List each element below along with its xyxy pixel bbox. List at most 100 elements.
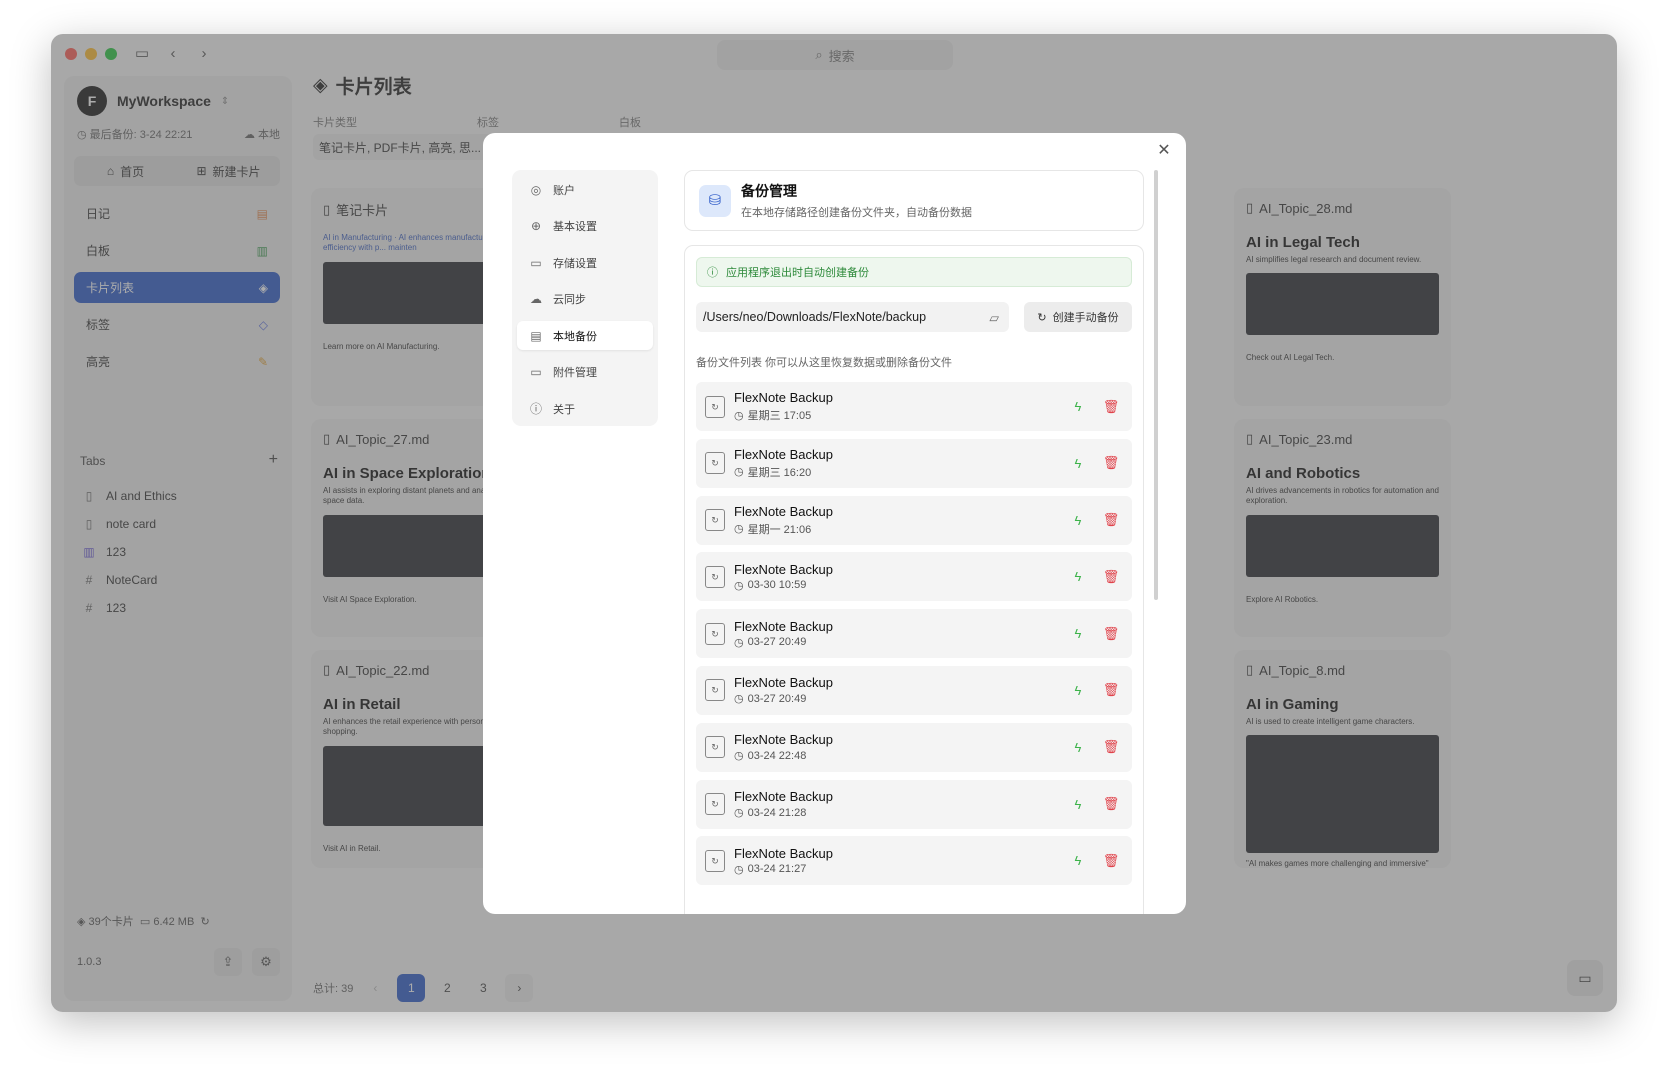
backup-item[interactable]: ↻ FlexNote Backup ◷ 星期一 21:06 ϟ 🗑︎ xyxy=(696,495,1132,545)
backup-item[interactable]: ↻ FlexNote Backup ◷ 星期三 17:05 ϟ 🗑︎ xyxy=(696,382,1132,431)
close-icon[interactable]: ✕ xyxy=(1154,141,1174,161)
notice-text: 应用程序退出时自动创建备份 xyxy=(726,267,869,279)
manual-backup-button[interactable]: ↻ 创建手动备份 xyxy=(1024,302,1132,332)
archive-icon: ▤ xyxy=(530,328,542,343)
backup-time: 03-24 21:27 xyxy=(747,863,807,876)
trash-icon[interactable]: 🗑︎ xyxy=(1101,512,1121,528)
file-icon: ↻ xyxy=(705,736,725,759)
backup-path-field[interactable]: /Users/neo/Downloads/FlexNote/backup ▱ xyxy=(696,302,1009,332)
backup-name: FlexNote Backup xyxy=(734,732,833,748)
settings-nav-account[interactable]: ◎ 账户 xyxy=(517,175,653,204)
clock-icon: ◷ xyxy=(734,636,744,649)
clock-icon: ◷ xyxy=(734,579,744,592)
settings-nav-storage[interactable]: ▭ 存储设置 xyxy=(517,248,653,277)
clock-icon: ◷ xyxy=(734,523,744,536)
settings-nav-attachments[interactable]: ▭ 附件管理 xyxy=(517,358,653,387)
backup-time: 星期三 16:20 xyxy=(747,466,812,479)
backup-name: FlexNote Backup xyxy=(734,446,833,462)
file-icon: ↻ xyxy=(705,395,725,418)
globe-icon: ⊕ xyxy=(530,219,542,233)
backup-path-text: /Users/neo/Downloads/FlexNote/backup xyxy=(703,310,927,324)
folder-open-icon[interactable]: ▱ xyxy=(989,310,999,325)
trash-icon[interactable]: 🗑︎ xyxy=(1101,569,1121,585)
backup-name: FlexNote Backup xyxy=(734,618,833,634)
info-icon: ⓘ xyxy=(529,402,542,416)
backup-name: FlexNote Backup xyxy=(734,789,833,805)
clock-icon: ◷ xyxy=(734,863,744,876)
backup-time: 03-27 20:49 xyxy=(747,692,807,705)
backup-item[interactable]: ↻ FlexNote Backup ◷ 03-24 21:27 ϟ 🗑︎ xyxy=(696,836,1132,886)
restore-icon[interactable]: ϟ xyxy=(1068,399,1088,414)
clock-icon: ◷ xyxy=(734,409,744,422)
auto-backup-notice: ⓘ 应用程序退出时自动创建备份 xyxy=(696,257,1132,287)
clock-icon: ◷ xyxy=(734,466,744,479)
settings-nav-general[interactable]: ⊕ 基本设置 xyxy=(517,212,653,241)
folder-icon: ▭ xyxy=(530,365,542,379)
backup-name: FlexNote Backup xyxy=(734,503,833,519)
folder-icon: ▭ xyxy=(530,255,542,270)
backup-item[interactable]: ↻ FlexNote Backup ◷ 03-30 10:59 ϟ 🗑︎ xyxy=(696,552,1132,602)
backup-name: FlexNote Backup xyxy=(734,390,833,405)
file-icon: ↻ xyxy=(705,679,725,702)
settings-modal: ✕ ◎ 账户 ⊕ 基本设置 ▭ 存储设置 ☁ 云同步 ▤ 本地备份 ▭ 附件管理 ⓘ 关于 ⛁… xyxy=(483,133,1186,914)
clock-icon: ◷ xyxy=(734,693,744,706)
clock-icon: ◷ xyxy=(734,807,744,820)
backup-item[interactable]: ↻ FlexNote Backup ◷ 星期三 16:20 ϟ 🗑︎ xyxy=(696,438,1132,488)
clock-icon: ◷ xyxy=(734,750,744,763)
trash-icon[interactable]: 🗑︎ xyxy=(1101,796,1121,812)
settings-nav-label: 云同步 xyxy=(553,294,586,306)
backup-time: 星期三 17:05 xyxy=(747,410,812,422)
settings-nav-local-backup[interactable]: ▤ 本地备份 xyxy=(517,321,653,350)
backup-panel: ⓘ 应用程序退出时自动创建备份 /Users/neo/Downloads/Fle… xyxy=(684,245,1144,914)
backup-time: 星期一 21:06 xyxy=(747,523,812,536)
backup-name: FlexNote Backup xyxy=(734,675,833,691)
settings-nav-about[interactable]: ⓘ 关于 xyxy=(517,394,653,423)
restore-icon[interactable]: ϟ xyxy=(1068,683,1088,698)
settings-nav-label: 关于 xyxy=(553,403,575,416)
backup-list: ↻ FlexNote Backup ◷ 星期三 17:05 ϟ 🗑︎ ↻ FlexNote B… xyxy=(696,382,1132,893)
backup-item[interactable]: ↻ FlexNote Backup ◷ 03-27 20:49 ϟ 🗑︎ xyxy=(696,609,1132,659)
restore-icon[interactable]: ϟ xyxy=(1068,797,1088,812)
section-title: 备份管理 xyxy=(741,183,797,199)
file-icon: ↻ xyxy=(705,849,725,872)
restore-icon[interactable]: ϟ xyxy=(1068,626,1088,641)
trash-icon[interactable]: 🗑︎ xyxy=(1101,682,1121,698)
restore-icon[interactable]: ϟ xyxy=(1068,513,1088,528)
backup-time: 03-30 10:59 xyxy=(747,579,807,592)
file-icon: ↻ xyxy=(705,509,725,532)
restore-icon[interactable]: ϟ xyxy=(1068,853,1088,868)
trash-icon[interactable]: 🗑︎ xyxy=(1101,455,1121,471)
backup-time: 03-24 21:28 xyxy=(747,806,807,819)
trash-icon[interactable]: 🗑︎ xyxy=(1101,626,1121,642)
backup-item[interactable]: ↻ FlexNote Backup ◷ 03-24 21:28 ϟ 🗑︎ xyxy=(696,779,1132,829)
backup-header: ⛁ 备份管理 在本地存储路径创建备份文件夹，自动备份数据 xyxy=(684,170,1144,231)
settings-nav-label: 账户 xyxy=(553,184,575,197)
info-icon: ⓘ xyxy=(707,267,718,279)
settings-nav: ◎ 账户 ⊕ 基本设置 ▭ 存储设置 ☁ 云同步 ▤ 本地备份 ▭ 附件管理 ⓘ 关于 xyxy=(512,170,658,426)
backup-item[interactable]: ↻ FlexNote Backup ◷ 03-24 22:48 ϟ 🗑︎ xyxy=(696,722,1132,772)
refresh-icon: ↻ xyxy=(1037,311,1047,324)
backup-name: FlexNote Backup xyxy=(734,845,833,861)
backup-list-hint: 备份文件列表 你可以从这里恢复数据或删除备份文件 xyxy=(696,357,953,369)
section-description: 在本地存储路径创建备份文件夹，自动备份数据 xyxy=(741,207,972,219)
settings-nav-label: 基本设置 xyxy=(553,221,597,233)
trash-icon[interactable]: 🗑︎ xyxy=(1101,853,1121,869)
trash-icon[interactable]: 🗑︎ xyxy=(1101,739,1121,755)
cloud-icon: ☁ xyxy=(530,292,542,306)
backup-path-row: /Users/neo/Downloads/FlexNote/backup ▱ ↻… xyxy=(696,302,1132,332)
backup-name: FlexNote Backup xyxy=(734,561,833,577)
restore-icon[interactable]: ϟ xyxy=(1068,569,1088,584)
settings-nav-cloud-sync[interactable]: ☁ 云同步 xyxy=(517,285,653,314)
restore-icon[interactable]: ϟ xyxy=(1068,740,1088,755)
backup-time: 03-24 22:48 xyxy=(747,749,807,762)
user-icon: ◎ xyxy=(530,182,542,197)
restore-icon[interactable]: ϟ xyxy=(1068,456,1088,471)
file-icon: ↻ xyxy=(705,452,725,475)
file-icon: ↻ xyxy=(705,793,725,816)
trash-icon[interactable]: 🗑︎ xyxy=(1101,399,1121,415)
settings-nav-label: 本地备份 xyxy=(553,330,597,343)
file-icon: ↻ xyxy=(705,622,725,645)
backup-item[interactable]: ↻ FlexNote Backup ◷ 03-27 20:49 ϟ 🗑︎ xyxy=(696,665,1132,715)
scrollbar[interactable] xyxy=(1154,170,1158,600)
database-backup-icon: ⛁ xyxy=(699,184,731,217)
